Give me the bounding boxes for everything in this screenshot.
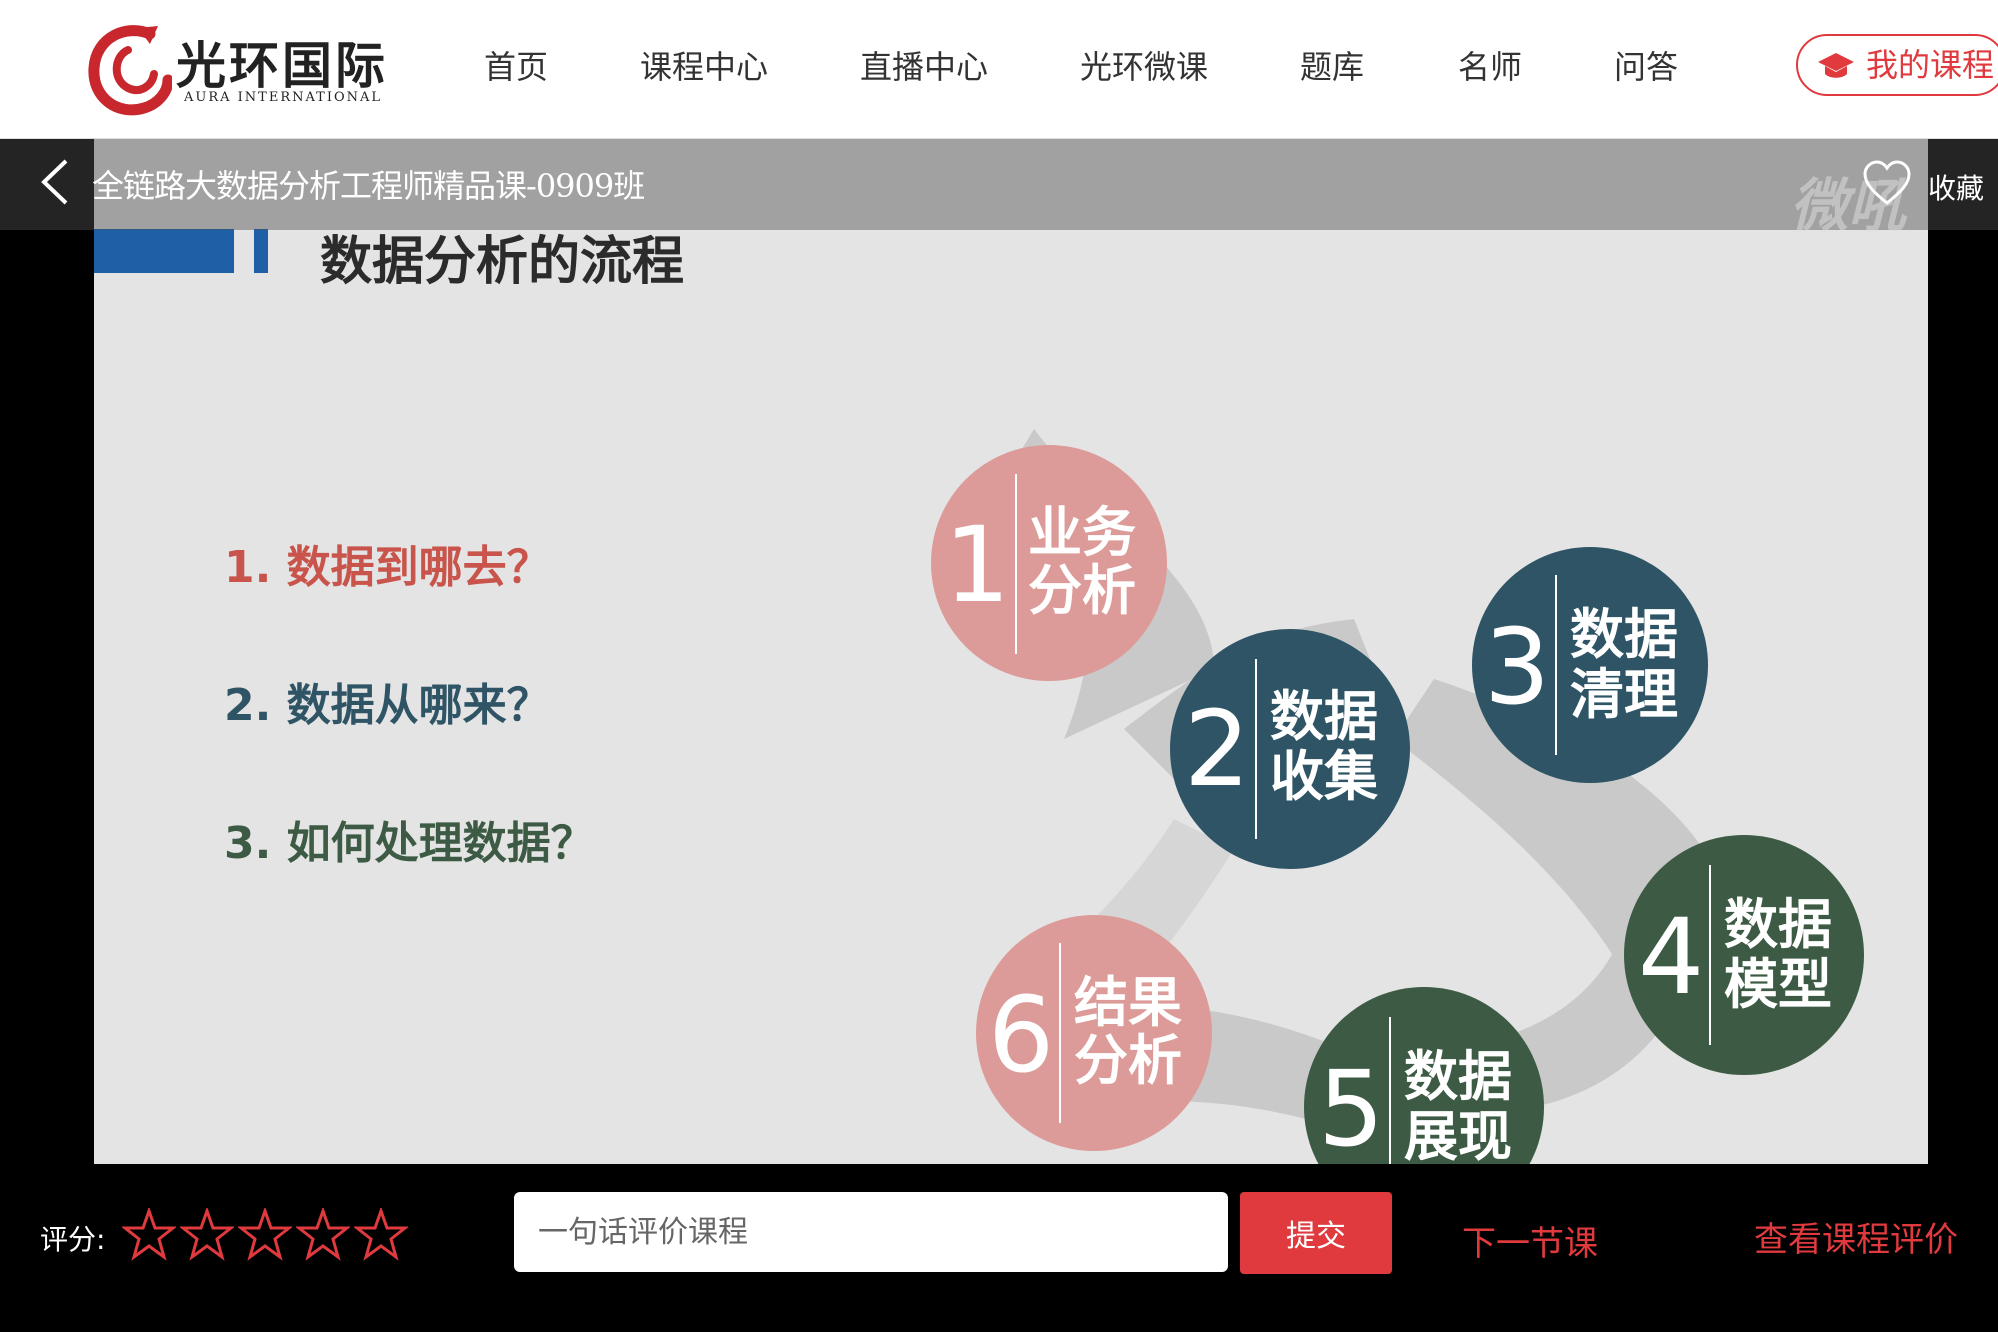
video-player[interactable]: 数据分析的流程 1. 数据到哪去？ 2. 数据从哪来？ 3. 如何处理数据？ 1… bbox=[0, 139, 1998, 1169]
nav-home[interactable]: 首页 bbox=[484, 42, 548, 88]
favorite-label: 收藏 bbox=[1928, 172, 1985, 205]
step-2-number: 2 bbox=[1184, 688, 1250, 810]
slide-question-3: 3. 如何处理数据？ bbox=[224, 818, 595, 869]
video-title: 全链路大数据分析工程师精品课-0909班 bbox=[92, 167, 645, 205]
heart-icon bbox=[1863, 160, 1911, 205]
comment-input[interactable] bbox=[514, 1192, 1228, 1272]
nav-question-bank[interactable]: 题库 bbox=[1300, 42, 1364, 88]
step-1-number: 1 bbox=[944, 504, 1010, 626]
step-1-label-1: 业务 bbox=[1028, 501, 1136, 564]
step-4-number: 4 bbox=[1638, 896, 1704, 1018]
star-icon[interactable] bbox=[296, 1208, 350, 1262]
step-5-label-1: 数据 bbox=[1404, 1045, 1512, 1108]
graduation-cap-icon bbox=[1818, 53, 1854, 78]
aura-logo-icon bbox=[88, 25, 172, 116]
step-2: 2 数据 收集 bbox=[1170, 629, 1410, 869]
step-3-label-1: 数据 bbox=[1570, 603, 1678, 666]
nav-teachers[interactable]: 名师 bbox=[1458, 42, 1522, 88]
nav-live-center[interactable]: 直播中心 bbox=[860, 42, 988, 88]
step-6-number: 6 bbox=[988, 974, 1054, 1096]
slide-accent-bar bbox=[94, 229, 234, 273]
slide-question-2: 2. 数据从哪来？ bbox=[224, 680, 551, 731]
back-arrow-icon[interactable] bbox=[38, 157, 72, 207]
video-frame: 数据分析的流程 1. 数据到哪去？ 2. 数据从哪来？ 3. 如何处理数据？ 1… bbox=[94, 139, 1928, 1169]
step-4: 4 数据 模型 bbox=[1624, 835, 1864, 1075]
nav-qa[interactable]: 问答 bbox=[1614, 42, 1678, 88]
step-5-number: 5 bbox=[1318, 1048, 1384, 1169]
star-icon[interactable] bbox=[180, 1208, 234, 1262]
step-3-label-2: 清理 bbox=[1570, 663, 1678, 726]
my-course-button[interactable]: 我的课程 bbox=[1796, 34, 1998, 96]
next-lesson-link[interactable]: 下一节课 bbox=[1462, 1216, 1598, 1265]
star-icon[interactable] bbox=[238, 1208, 292, 1262]
player-title-bar: 全链路大数据分析工程师精品课-0909班 微吼 收藏 bbox=[0, 139, 1998, 240]
star-icon[interactable] bbox=[354, 1208, 408, 1262]
step-5: 5 数据 展现 bbox=[1304, 987, 1544, 1169]
view-reviews-link[interactable]: 查看课程评价 bbox=[1754, 1212, 1958, 1261]
step-6-label-1: 结果 bbox=[1074, 971, 1182, 1034]
step-1-label-2: 分析 bbox=[1028, 559, 1136, 622]
submit-button[interactable]: 提交 bbox=[1240, 1192, 1392, 1274]
logo-subtext: AURA INTERNATIONAL bbox=[184, 90, 383, 105]
process-flow-diagram: 1 业务 分析 2 数据 收集 3 数据 清理 4 数据 模型 5 数据 展现 … bbox=[931, 429, 1864, 1169]
step-2-label-2: 收集 bbox=[1270, 745, 1378, 808]
step-6-label-2: 分析 bbox=[1074, 1029, 1182, 1092]
step-2-label-1: 数据 bbox=[1270, 685, 1378, 748]
slide-title: 数据分析的流程 bbox=[320, 232, 685, 292]
course-feedback-bar: 评分: 提交 下一节课 查看课程评价 bbox=[0, 1164, 1998, 1332]
star-icon[interactable] bbox=[122, 1208, 176, 1262]
slide-question-1: 1. 数据到哪去？ bbox=[224, 542, 551, 593]
slide-accent-bar bbox=[254, 229, 268, 273]
site-logo[interactable]: 光环国际 AURA INTERNATIONAL bbox=[88, 20, 388, 120]
step-4-label-2: 模型 bbox=[1724, 953, 1832, 1016]
step-5-label-2: 展现 bbox=[1404, 1105, 1512, 1168]
step-6: 6 结果 分析 bbox=[976, 915, 1212, 1151]
step-1: 1 业务 分析 bbox=[931, 445, 1167, 681]
site-header: 光环国际 AURA INTERNATIONAL 首页 课程中心 直播中心 光环微… bbox=[0, 0, 1998, 139]
my-course-label: 我的课程 bbox=[1866, 46, 1995, 84]
nav-course-center[interactable]: 课程中心 bbox=[640, 42, 768, 88]
rating-label: 评分: bbox=[40, 1223, 106, 1256]
step-4-label-1: 数据 bbox=[1724, 893, 1832, 956]
nav-micro-course[interactable]: 光环微课 bbox=[1080, 42, 1208, 88]
step-3: 3 数据 清理 bbox=[1472, 547, 1708, 783]
step-3-number: 3 bbox=[1484, 606, 1550, 728]
logo-text: 光环国际 bbox=[176, 36, 388, 95]
